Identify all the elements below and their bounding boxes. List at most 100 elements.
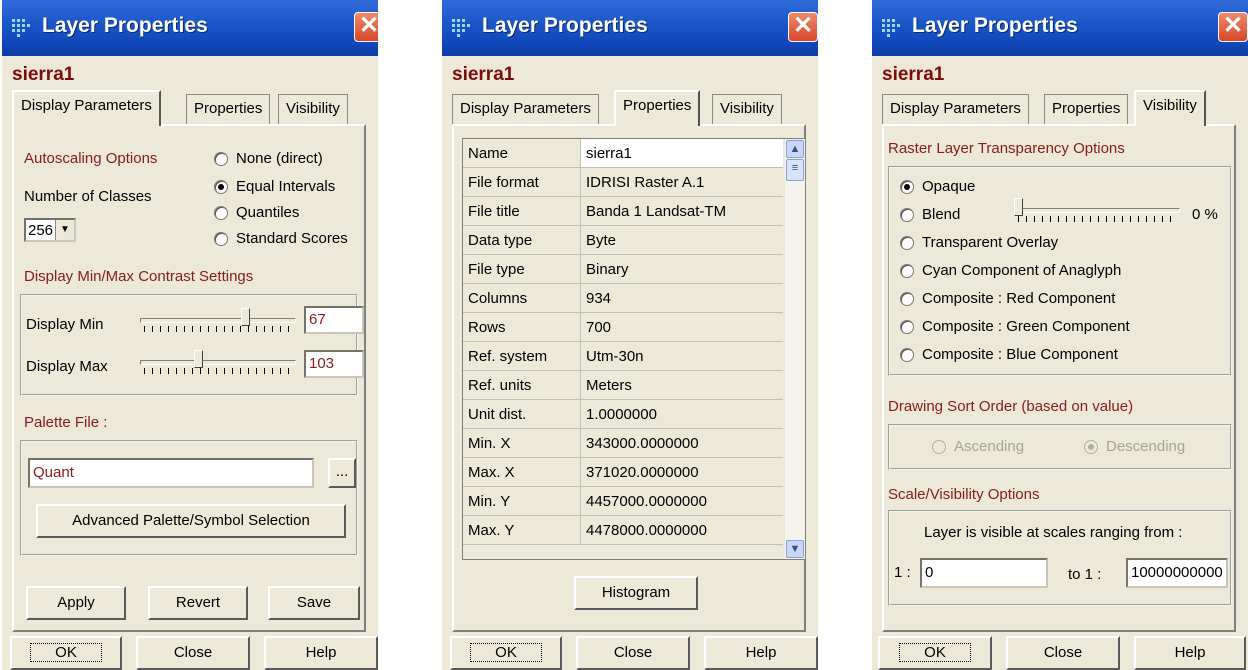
tab-properties[interactable]: Properties xyxy=(186,94,271,124)
slider-thumb[interactable] xyxy=(194,350,203,368)
apply-button[interactable]: Apply xyxy=(26,586,126,620)
close-button[interactable]: Close xyxy=(136,636,250,670)
layer-name: sierra1 xyxy=(12,64,75,85)
table-row[interactable]: Ref. system Utm-30n xyxy=(463,341,783,371)
save-button[interactable]: Save xyxy=(268,586,360,620)
palette-file-input[interactable]: Quant xyxy=(28,458,314,488)
dialog-display-parameters: Layer Properties ✕ sierra1 Display Param… xyxy=(2,0,378,670)
display-max-slider[interactable] xyxy=(140,350,296,376)
radio-blend[interactable]: Blend xyxy=(900,206,960,223)
table-row[interactable]: Min. Y 4457000.0000000 xyxy=(463,486,783,516)
scale-to-prefix: to 1 : xyxy=(1068,566,1102,583)
radio-composite-blue[interactable]: Composite : Blue Component xyxy=(900,346,1118,363)
properties-table: Name sierra1 File format IDRISI Raster A.1 F… xyxy=(463,139,783,545)
table-row[interactable]: File format IDRISI Raster A.1 xyxy=(463,167,783,197)
radio-icon xyxy=(900,207,914,222)
property-key: Ref. units xyxy=(463,370,581,400)
blend-percent: 0 % xyxy=(1192,206,1218,223)
display-max-input[interactable]: 103 xyxy=(304,350,364,378)
table-row[interactable]: Max. X 371020.0000000 xyxy=(463,457,783,487)
contrast-group: Display Min 67 Display Max 103 xyxy=(20,294,364,396)
radio-label: Cyan Component of Anaglyph xyxy=(922,262,1122,279)
chevron-down-icon[interactable]: ▼ xyxy=(55,220,74,240)
close-icon[interactable]: ✕ xyxy=(1218,12,1248,42)
close-icon[interactable]: ✕ xyxy=(354,12,378,42)
tab-display-parameters[interactable]: Display Parameters xyxy=(452,94,599,124)
tab-properties[interactable]: Properties xyxy=(614,90,701,126)
revert-button[interactable]: Revert xyxy=(148,586,248,620)
ok-button[interactable]: OK xyxy=(450,636,562,670)
property-value: IDRISI Raster A.1 xyxy=(580,167,783,197)
vertical-scrollbar[interactable]: ▲ ≡ ▼ xyxy=(785,139,805,559)
table-row[interactable]: Rows 700 xyxy=(463,312,783,342)
scroll-thumb[interactable]: ≡ xyxy=(786,159,804,181)
scale-group: Layer is visible at scales ranging from … xyxy=(888,510,1232,606)
radio-none-direct[interactable]: None (direct) xyxy=(214,150,323,167)
radio-standard-scores[interactable]: Standard Scores xyxy=(214,230,348,247)
table-row[interactable]: Ref. units Meters xyxy=(463,370,783,400)
radio-quantiles[interactable]: Quantiles xyxy=(214,204,299,221)
tab-visibility[interactable]: Visibility xyxy=(278,94,348,124)
ok-button[interactable]: OK xyxy=(10,636,122,670)
close-icon[interactable]: ✕ xyxy=(788,12,818,42)
radio-composite-green[interactable]: Composite : Green Component xyxy=(900,318,1130,335)
property-key: Rows xyxy=(463,312,581,342)
help-button[interactable]: Help xyxy=(264,636,378,670)
radio-label: Composite : Red Component xyxy=(922,290,1116,307)
help-button[interactable]: Help xyxy=(704,636,818,670)
histogram-button[interactable]: Histogram xyxy=(574,576,698,610)
ok-button[interactable]: OK xyxy=(878,636,992,670)
radio-cyan-anaglyph[interactable]: Cyan Component of Anaglyph xyxy=(900,262,1121,279)
blend-slider[interactable] xyxy=(1014,198,1180,224)
display-min-slider[interactable] xyxy=(140,308,296,334)
property-key: Name xyxy=(463,139,581,168)
property-value: 1.0000000 xyxy=(580,399,783,429)
tab-visibility[interactable]: Visibility xyxy=(1134,90,1206,126)
property-value: 371020.0000000 xyxy=(580,457,783,487)
table-row[interactable]: File type Binary xyxy=(463,254,783,284)
number-of-classes-select[interactable]: 256 ▼ xyxy=(24,218,76,242)
tab-display-parameters[interactable]: Display Parameters xyxy=(882,94,1029,124)
table-row[interactable]: Unit dist. 1.0000000 xyxy=(463,399,783,429)
radio-descending[interactable]: Descending xyxy=(1084,438,1185,455)
title-bar: Layer Properties ✕ xyxy=(2,0,378,56)
table-row[interactable]: Name sierra1 xyxy=(463,139,783,168)
table-row[interactable]: Min. X 343000.0000000 xyxy=(463,428,783,458)
close-button[interactable]: Close xyxy=(576,636,690,670)
radio-icon xyxy=(214,231,228,246)
tab-properties[interactable]: Properties xyxy=(1044,94,1129,124)
radio-opaque[interactable]: Opaque xyxy=(900,178,975,195)
properties-grid[interactable]: Name sierra1 File format IDRISI Raster A.1 F… xyxy=(462,138,806,560)
radio-icon xyxy=(900,179,914,194)
table-row[interactable]: File title Banda 1 Landsat-TM xyxy=(463,196,783,226)
table-row[interactable]: Max. Y 4478000.0000000 xyxy=(463,515,783,545)
radio-equal-intervals[interactable]: Equal Intervals xyxy=(214,178,335,195)
radio-icon xyxy=(900,263,914,278)
tab-display-parameters[interactable]: Display Parameters xyxy=(12,90,161,126)
advanced-palette-button[interactable]: Advanced Palette/Symbol Selection xyxy=(36,504,346,538)
close-button[interactable]: Close xyxy=(1006,636,1120,670)
scale-from-input[interactable]: 0 xyxy=(920,558,1048,588)
help-button[interactable]: Help xyxy=(1134,636,1246,670)
title-bar: Layer Properties ✕ xyxy=(442,0,818,56)
radio-composite-red[interactable]: Composite : Red Component xyxy=(900,290,1115,307)
radio-ascending[interactable]: Ascending xyxy=(932,438,1024,455)
property-key: File title xyxy=(463,196,581,226)
radio-icon xyxy=(900,235,914,250)
table-row[interactable]: Columns 934 xyxy=(463,283,783,313)
property-key: Min. X xyxy=(463,428,581,458)
property-key: File format xyxy=(463,167,581,197)
number-of-classes-value: 256 xyxy=(28,222,54,239)
radio-transparent-overlay[interactable]: Transparent Overlay xyxy=(900,234,1058,251)
slider-thumb[interactable] xyxy=(1014,198,1023,216)
dialog-properties: Layer Properties ✕ sierra1 Display Param… xyxy=(442,0,818,670)
display-min-input[interactable]: 67 xyxy=(304,306,364,334)
slider-thumb[interactable] xyxy=(241,308,250,326)
table-row[interactable]: Data type Byte xyxy=(463,225,783,255)
radio-icon xyxy=(214,151,228,166)
scale-to-input[interactable]: 10000000000 xyxy=(1126,558,1228,588)
tab-visibility[interactable]: Visibility xyxy=(712,94,782,124)
scroll-up-icon[interactable]: ▲ xyxy=(786,140,804,158)
browse-button[interactable]: ... xyxy=(328,458,356,488)
scroll-down-icon[interactable]: ▼ xyxy=(786,540,804,558)
